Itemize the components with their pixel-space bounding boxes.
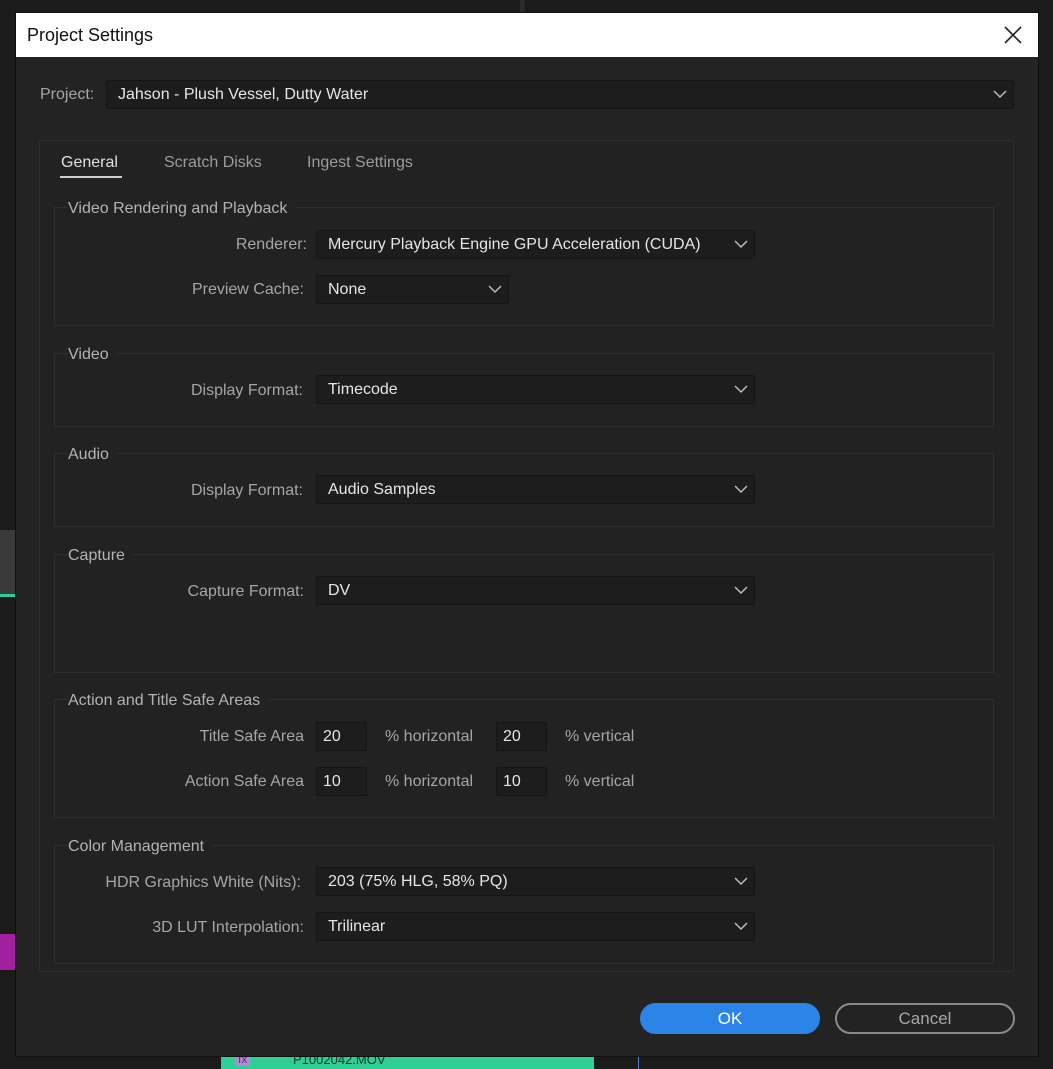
background-purple-clip (0, 934, 16, 970)
ok-button[interactable]: OK (640, 1003, 820, 1034)
background-grey-block (0, 530, 16, 594)
title-safe-vertical-input[interactable]: 20 (496, 722, 547, 751)
fx-badge: fx (235, 1056, 251, 1066)
lut-interpolation-dropdown[interactable]: Trilinear (316, 912, 755, 941)
active-tab-indicator (60, 176, 122, 178)
chevron-down-icon (734, 385, 748, 394)
preview-cache-label: Preview Cache: (191, 281, 304, 298)
chevron-down-icon (734, 485, 748, 494)
color-management-group-title: Color Management (68, 838, 213, 856)
video-group-title: Video (68, 346, 117, 364)
project-value: Jahson - Plush Vessel, Dutty Water (118, 86, 369, 103)
project-settings-dialog: Project Settings Project: Jahson - Plush… (16, 13, 1038, 1056)
hdr-graphics-white-value: 203 (75% HLG, 58% PQ) (328, 873, 508, 890)
audio-display-format-value: Audio Samples (328, 481, 436, 498)
audio-display-format-label: Display Format: (190, 482, 303, 499)
video-display-format-value: Timecode (328, 381, 398, 398)
close-button[interactable] (988, 13, 1038, 57)
chevron-down-icon (734, 877, 748, 886)
tab-ingest-settings[interactable]: Ingest Settings (307, 154, 413, 172)
chevron-down-icon (734, 586, 748, 595)
renderer-dropdown[interactable]: Mercury Playback Engine GPU Acceleration… (316, 230, 755, 259)
action-safe-vertical-input[interactable]: 10 (496, 767, 547, 796)
cancel-button[interactable]: Cancel (835, 1003, 1015, 1034)
background-green-marker (0, 594, 16, 597)
rendering-group (54, 207, 994, 326)
capture-format-dropdown[interactable]: DV (316, 576, 755, 605)
project-label: Project: (40, 86, 95, 103)
chevron-down-icon (734, 240, 748, 249)
safe-areas-group (54, 699, 994, 818)
project-dropdown[interactable]: Jahson - Plush Vessel, Dutty Water (106, 80, 1014, 109)
clip-name: P1002042.MOV (293, 1056, 386, 1067)
title-safe-horizontal-input[interactable]: 20 (316, 722, 367, 751)
title-safe-label: Title Safe Area (199, 728, 304, 745)
renderer-label: Renderer: (235, 236, 307, 253)
background-playhead-line (638, 1056, 639, 1069)
capture-format-value: DV (328, 582, 351, 599)
titlebar: Project Settings (16, 13, 1038, 57)
action-safe-label: Action Safe Area (184, 773, 304, 790)
close-icon (1004, 26, 1022, 44)
color-management-group (54, 845, 994, 964)
lut-interpolation-value: Trilinear (328, 918, 386, 935)
lut-interpolation-label: 3D LUT Interpolation: (152, 919, 304, 936)
title-safe-vertical-unit: % vertical (565, 728, 635, 745)
preview-cache-dropdown[interactable]: None (316, 275, 509, 304)
title-safe-horizontal-unit: % horizontal (385, 728, 474, 745)
capture-group (54, 554, 994, 673)
tab-scratch-disks[interactable]: Scratch Disks (164, 154, 262, 172)
audio-group-title: Audio (68, 446, 117, 464)
rendering-group-title: Video Rendering and Playback (68, 200, 296, 218)
action-safe-horizontal-unit: % horizontal (385, 773, 474, 790)
chevron-down-icon (734, 922, 748, 931)
hdr-graphics-white-label: HDR Graphics White (Nits): (105, 874, 301, 891)
chevron-down-icon (488, 285, 502, 294)
action-safe-vertical-unit: % vertical (565, 773, 635, 790)
action-safe-horizontal-input[interactable]: 10 (316, 767, 367, 796)
audio-display-format-dropdown[interactable]: Audio Samples (316, 475, 755, 504)
dialog-title: Project Settings (27, 25, 154, 45)
capture-group-title: Capture (68, 547, 133, 565)
video-display-format-label: Display Format: (190, 382, 303, 399)
hdr-graphics-white-dropdown[interactable]: 203 (75% HLG, 58% PQ) (316, 867, 755, 896)
tab-general[interactable]: General (61, 154, 118, 172)
background-panel-divider (520, 0, 525, 13)
video-display-format-dropdown[interactable]: Timecode (316, 375, 755, 404)
chevron-down-icon (993, 90, 1007, 99)
capture-format-label: Capture Format: (187, 583, 304, 600)
preview-cache-value: None (328, 281, 367, 298)
renderer-value: Mercury Playback Engine GPU Acceleration… (328, 236, 701, 253)
background-clip[interactable]: fx P1002042.MOV (221, 1056, 594, 1069)
safe-areas-group-title: Action and Title Safe Areas (68, 692, 269, 710)
